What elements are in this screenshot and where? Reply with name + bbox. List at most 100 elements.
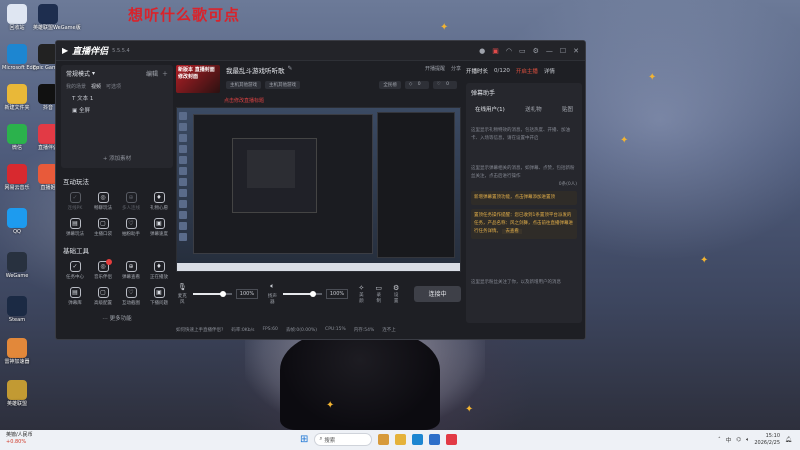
scene-tab[interactable]: 我的场景: [66, 83, 86, 90]
app-icon: [7, 44, 27, 64]
scene-tab[interactable]: 可选项: [106, 83, 121, 90]
volume-icon[interactable]: 🔈︎: [746, 437, 749, 444]
share-button[interactable]: 分享: [451, 65, 461, 75]
settings-icon[interactable]: ⚙: [533, 47, 539, 55]
help-link[interactable]: 如何快速上手直播伴侣?: [176, 327, 223, 333]
source-item[interactable]: ▣ 全屏: [72, 106, 168, 114]
tool-button[interactable]: ▣ 下播问题: [145, 287, 173, 306]
tool-button[interactable]: ▤ 弹幕库: [61, 287, 89, 306]
tool-button[interactable]: ♦ 正在播放: [145, 261, 173, 280]
add-material-button[interactable]: + 添加素材: [61, 154, 173, 162]
windows-start-icon[interactable]: ⊞: [300, 434, 308, 445]
tool-button[interactable]: ◎ 音乐伴侣: [89, 259, 117, 280]
tool-button[interactable]: ▤ 弹幕玩法: [61, 218, 89, 237]
title-bar[interactable]: ▶ 直播伴侣 5.5.5.4 ● ▣ ◠ ▭ ⚙ — ☐ ✕: [56, 41, 585, 61]
clock[interactable]: 15:10 2026/2/25: [754, 433, 780, 447]
overlay-text: 想听什么歌可点: [128, 6, 241, 24]
close-icon[interactable]: ✕: [573, 47, 579, 55]
desktop-shortcut[interactable]: Steam: [2, 296, 32, 323]
warning-label[interactable]: 开启主播: [516, 67, 538, 75]
stream-preview[interactable]: [176, 107, 461, 272]
microphone-icon[interactable]: 🎙︎: [178, 283, 187, 291]
edit-icon[interactable]: ✎: [288, 65, 293, 75]
headset-icon[interactable]: ◠: [506, 47, 512, 55]
maximize-icon[interactable]: ☐: [560, 47, 566, 55]
tab-stickers[interactable]: 贴图: [562, 105, 573, 113]
desktop-shortcut[interactable]: 回收站: [2, 4, 32, 31]
start-stream-button[interactable]: 连接中: [414, 285, 461, 302]
app-title: 直播伴侣: [72, 47, 109, 57]
notice-banner[interactable]: 新增弹幕置顶功能，点击弹幕添加进置顶: [471, 191, 577, 205]
stock-widget[interactable]: 英镑/人民币 +0.80%: [6, 432, 33, 446]
mode-selector[interactable]: 常规模式: [66, 69, 90, 78]
desktop-shortcut[interactable]: 英雄联盟: [2, 380, 32, 407]
desktop-shortcut-label: 雷神加速器: [4, 359, 30, 365]
details-link[interactable]: 详情: [544, 67, 555, 75]
tool-button[interactable]: ⊕ 多人连线: [117, 192, 145, 211]
tool-button[interactable]: ▣ 弹幕速度: [145, 218, 173, 237]
tool-button[interactable]: ◎ 畅聊玩法: [89, 192, 117, 211]
mic-volume-value[interactable]: 100%: [235, 288, 259, 299]
viewer-count: ◇ 0: [404, 81, 429, 89]
desktop-shortcut[interactable]: WeGame: [2, 252, 32, 279]
minimize-icon[interactable]: —: [546, 47, 553, 55]
tool-button[interactable]: ▢ 高级配置: [89, 287, 117, 306]
tool-button[interactable]: ⊕ 弹幕查看: [117, 261, 145, 280]
chevron-up-icon[interactable]: ˄: [718, 437, 721, 443]
scene-tab[interactable]: 视频: [91, 83, 101, 90]
desktop-shortcut[interactable]: 英雄联盟WeGame版: [33, 4, 81, 31]
tool-button[interactable]: ▢ 主播口袋: [89, 218, 117, 237]
beauty-button[interactable]: ✧ 美颜: [357, 284, 365, 304]
taskbar-search[interactable]: ⌕ 搜索: [314, 433, 373, 446]
live-companion-window[interactable]: ▶ 直播伴侣 5.5.5.4 ● ▣ ◠ ▭ ⚙ — ☐ ✕ 常规模式 ▾ 编辑…: [55, 40, 586, 340]
category-tag[interactable]: 主机其他游戏: [226, 81, 261, 89]
tool-button[interactable]: ✓ 任务中心: [61, 261, 89, 280]
store-icon[interactable]: [429, 434, 441, 445]
speaker-icon[interactable]: 🔈︎: [270, 282, 274, 290]
stream-title[interactable]: 我最乱斗游戏听听歌: [226, 65, 285, 75]
network-icon[interactable]: ⌬: [736, 437, 741, 443]
rank-badge[interactable]: 全民榜: [379, 81, 401, 89]
record-button[interactable]: ▭ 录制: [375, 284, 383, 304]
settings-button[interactable]: ⚙ 设置: [392, 284, 400, 304]
speaker-volume-value[interactable]: 100%: [325, 288, 349, 299]
reminder-button[interactable]: 开播提醒: [425, 65, 445, 75]
tool-button[interactable]: ♦ 礼物心愿: [145, 192, 173, 211]
speaker-volume-slider[interactable]: [282, 290, 322, 297]
live-companion-taskbar-icon[interactable]: [446, 434, 458, 445]
taskbar-app-icon[interactable]: [378, 434, 390, 445]
assistant-title: 弹幕助手: [471, 90, 496, 97]
tool-button[interactable]: ♡ 抽粉助手: [117, 218, 145, 237]
more-features-button[interactable]: ⋯ 更多功能: [61, 314, 173, 322]
notification-icon[interactable]: 🔔︎: [785, 437, 792, 443]
tab-gifts[interactable]: 送礼物: [525, 105, 542, 113]
edit-button[interactable]: 编辑: [146, 69, 158, 78]
source-item[interactable]: T 文本 1: [72, 94, 168, 102]
app-version: 5.5.5.4: [112, 47, 130, 54]
tool-button[interactable]: ✓ 连线PK: [61, 192, 89, 211]
sparkle-icon: ✦: [620, 135, 629, 146]
desktop-shortcut[interactable]: QQ: [2, 208, 32, 235]
gift-icon[interactable]: ▣: [492, 47, 499, 55]
language-indicator[interactable]: 中: [726, 436, 732, 444]
desktop-shortcut[interactable]: 新建文件夹: [2, 84, 32, 111]
chat-icon[interactable]: ▭: [519, 47, 526, 55]
tab-online-users[interactable]: 在线用户(1): [475, 105, 505, 113]
chevron-down-icon[interactable]: ▾: [92, 70, 95, 77]
desktop-shortcut[interactable]: 网易云音乐: [2, 164, 32, 191]
add-scene-icon[interactable]: ＋: [162, 69, 168, 78]
desktop-shortcut[interactable]: Microsoft Edge: [2, 44, 39, 71]
tool-button[interactable]: ♡ 互动截图: [117, 287, 145, 306]
tool-label: 正在播放: [150, 275, 168, 280]
desktop-shortcut[interactable]: 雷神加速器: [2, 338, 32, 365]
edge-icon[interactable]: [412, 434, 424, 445]
wallpaper-figure-dress: [280, 330, 440, 430]
stream-cover[interactable]: 新版本 直播封面 修改封面: [176, 65, 220, 93]
avatar[interactable]: ●: [479, 47, 485, 55]
desktop-shortcut[interactable]: 微信: [2, 124, 32, 151]
category-tag[interactable]: 主机其他游戏: [265, 81, 300, 89]
file-explorer-icon[interactable]: [395, 434, 407, 445]
app-icon: [7, 252, 27, 272]
mic-volume-slider[interactable]: [192, 290, 232, 297]
go-look-button[interactable]: 去查看: [502, 229, 522, 234]
